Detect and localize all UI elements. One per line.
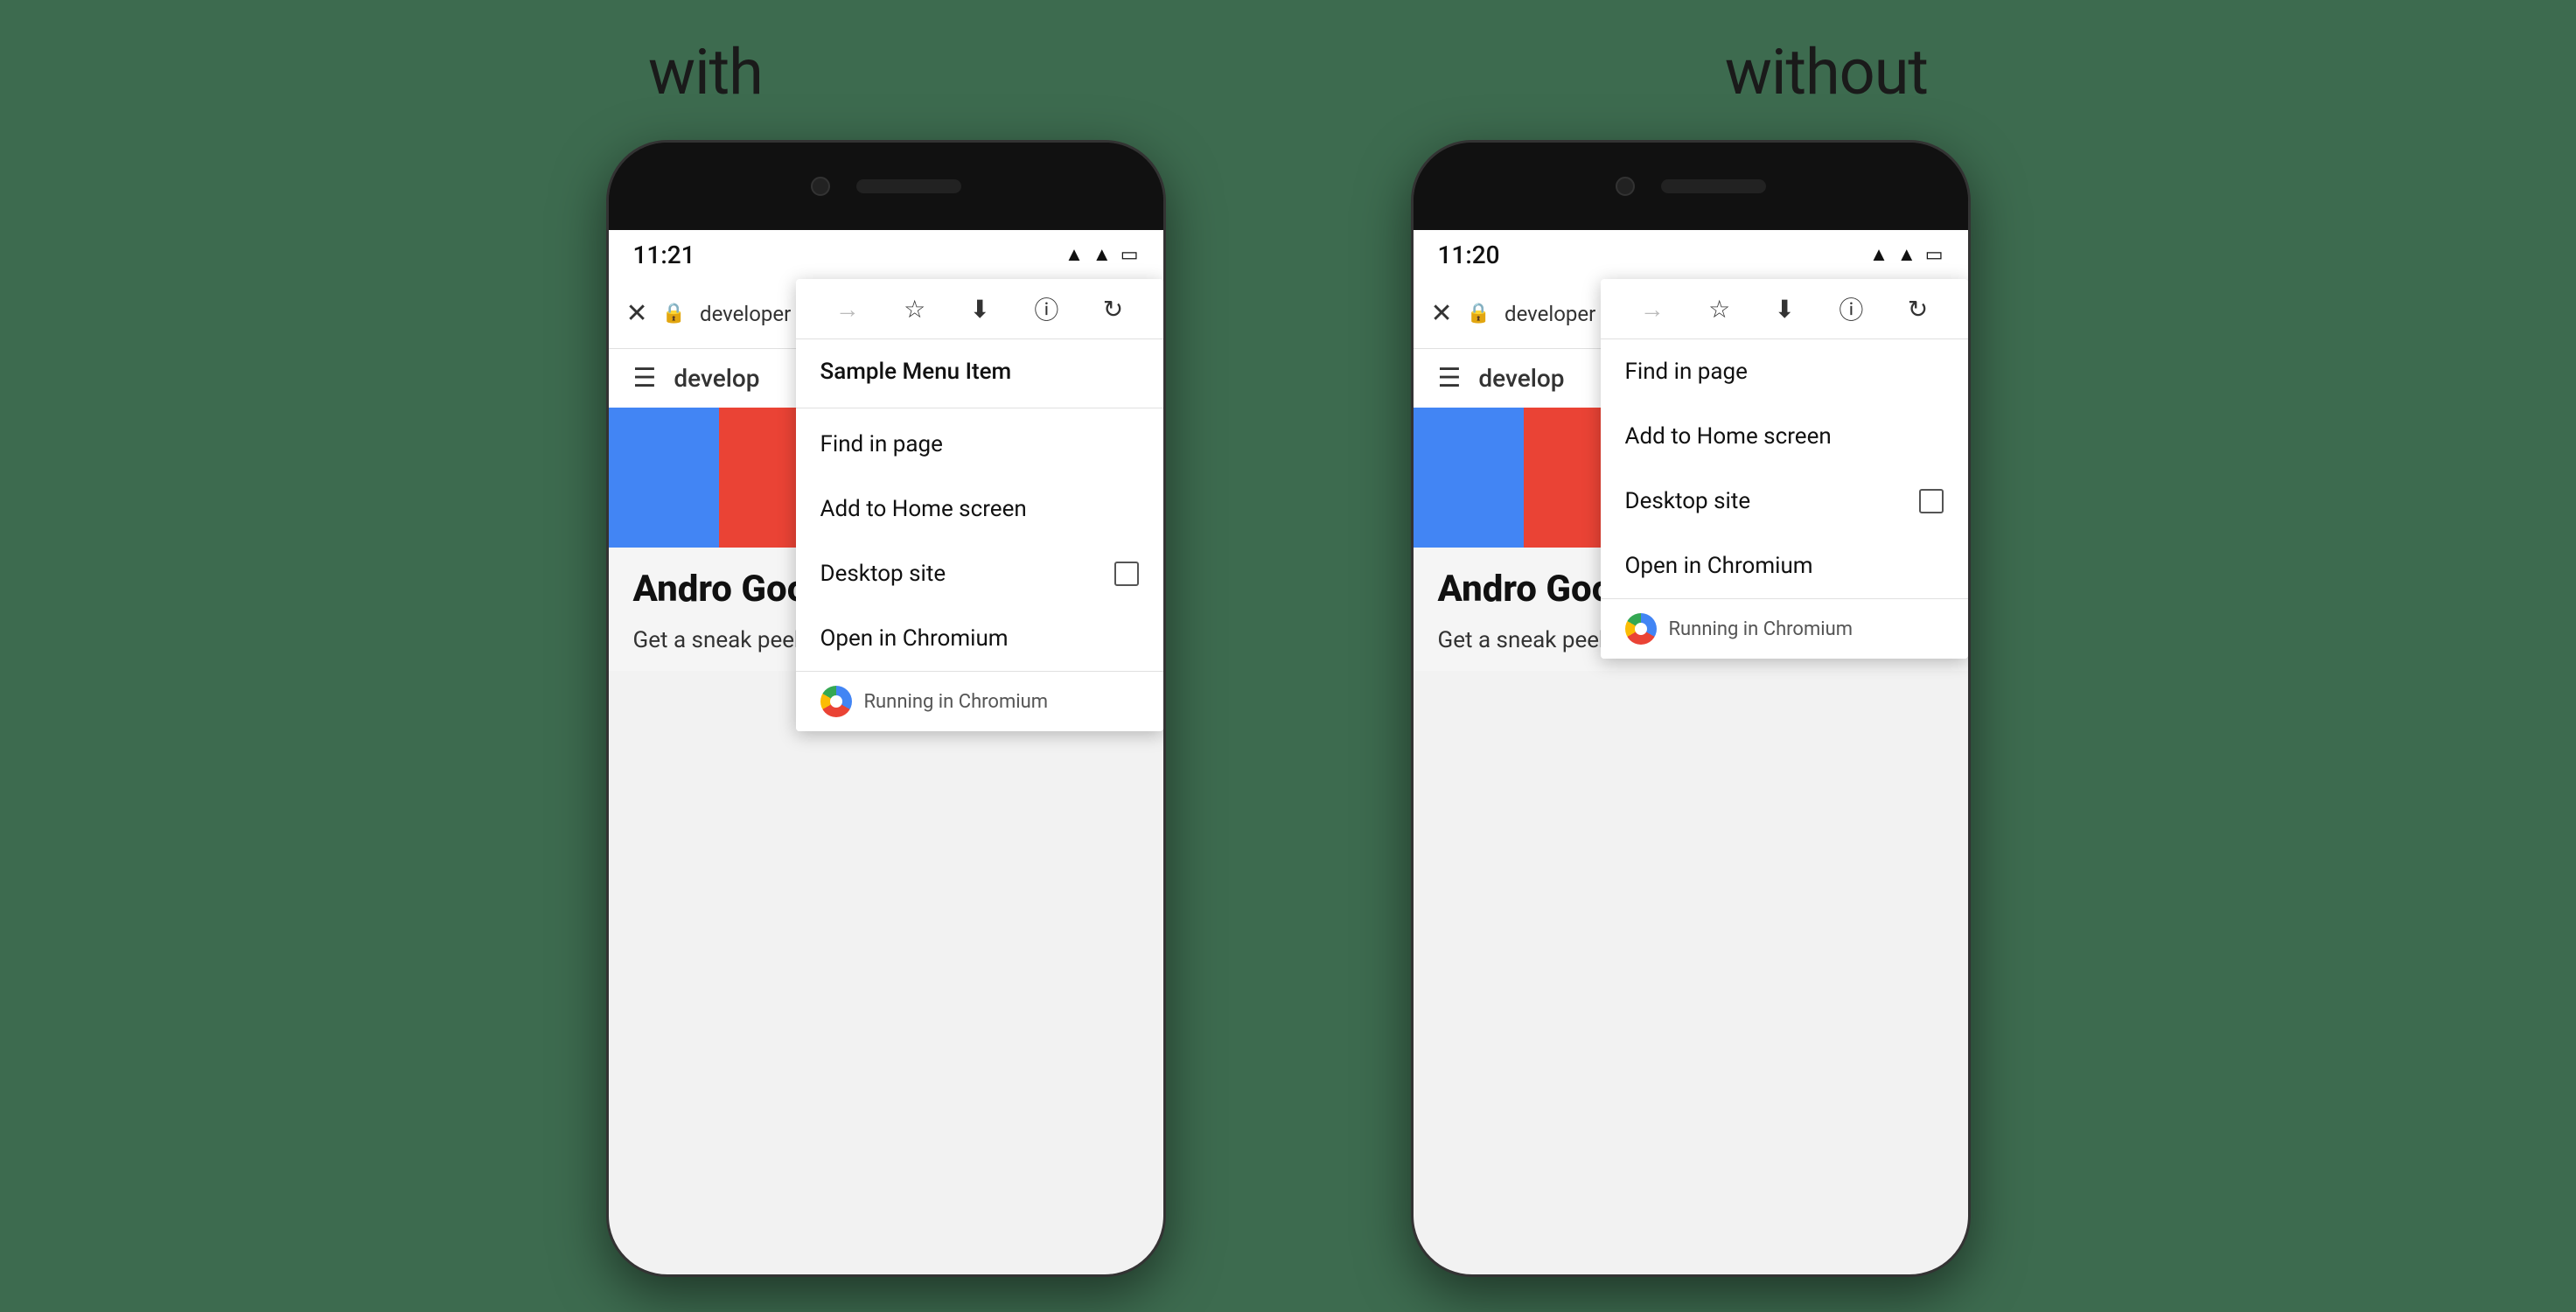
running-footer-without: Running in Chromium (1601, 598, 1968, 659)
open-chromium-label-with: Open in Chromium (820, 625, 1009, 652)
find-menu-item-without[interactable]: Find in page (1601, 339, 1968, 404)
desktop-menu-label-with: Desktop site (820, 561, 946, 587)
camera-without (1616, 177, 1635, 196)
phone-with: 11:21 ▲ ▲ ▭ ✕ 🔒 developer → ☆ ⬇ (606, 140, 1166, 1277)
speaker-without (1661, 179, 1766, 193)
phone-without: 11:20 ▲ ▲ ▭ ✕ 🔒 developer → ☆ ⬇ (1411, 140, 1971, 1277)
status-time-with: 11:21 (633, 241, 695, 269)
open-chromium-label-without: Open in Chromium (1625, 553, 1813, 579)
hamburger-with[interactable]: ☰ (633, 363, 657, 394)
camera-with (811, 177, 830, 196)
wifi-icon-without: ▲ (1869, 243, 1888, 266)
download-btn-with[interactable]: ⬇ (970, 295, 990, 324)
find-menu-item-with[interactable]: Find in page (796, 412, 1163, 477)
info-btn-without[interactable]: ⓘ (1839, 291, 1863, 326)
page-site-name-without: develop (1478, 364, 1564, 393)
close-icon-without[interactable]: ✕ (1431, 298, 1453, 329)
lock-icon-with: 🔒 (662, 303, 686, 325)
star-btn-with[interactable]: ☆ (904, 295, 925, 324)
desktop-checkbox-with[interactable] (1114, 562, 1139, 586)
phones-container: 11:21 ▲ ▲ ▭ ✕ 🔒 developer → ☆ ⬇ (606, 140, 1971, 1277)
forward-btn-without[interactable]: → (1640, 295, 1665, 324)
status-icons-with: ▲ ▲ ▭ (1065, 243, 1138, 266)
desktop-menu-label-without: Desktop site (1625, 488, 1751, 514)
chromium-icon-with (820, 686, 852, 717)
signal-icon-with: ▲ (1093, 243, 1112, 266)
home-menu-label-without: Add to Home screen (1625, 423, 1832, 450)
find-menu-label-without: Find in page (1625, 359, 1748, 385)
status-time-without: 11:20 (1438, 241, 1500, 269)
chromium-icon-without (1625, 613, 1657, 645)
find-menu-label-with: Find in page (820, 431, 943, 457)
home-menu-label-with: Add to Home screen (820, 496, 1027, 522)
with-label: with (648, 35, 763, 109)
open-chromium-item-with[interactable]: Open in Chromium (796, 606, 1163, 671)
page-site-name-with: develop (674, 364, 759, 393)
dropdown-toolbar-without: → ☆ ⬇ ⓘ ↻ (1601, 279, 1968, 339)
home-menu-item-with[interactable]: Add to Home screen (796, 477, 1163, 541)
lock-icon-without: 🔒 (1467, 303, 1490, 325)
battery-icon-without: ▭ (1925, 244, 1944, 266)
dropdown-toolbar-with: → ☆ ⬇ ⓘ ↻ (796, 279, 1163, 339)
wifi-icon-with: ▲ (1065, 243, 1084, 266)
open-chromium-item-without[interactable]: Open in Chromium (1601, 534, 1968, 598)
battery-icon-with: ▭ (1120, 244, 1139, 266)
desktop-menu-item-without[interactable]: Desktop site (1601, 469, 1968, 534)
reload-btn-without[interactable]: ↻ (1908, 295, 1928, 324)
home-menu-item-without[interactable]: Add to Home screen (1601, 404, 1968, 469)
desktop-checkbox-without[interactable] (1919, 489, 1944, 513)
signal-icon-without: ▲ (1897, 243, 1916, 266)
stripe-blue-without (1414, 408, 1525, 548)
info-btn-with[interactable]: ⓘ (1034, 291, 1058, 326)
star-btn-without[interactable]: ☆ (1708, 295, 1730, 324)
sample-menu-item[interactable]: Sample Menu Item (796, 339, 1163, 404)
speaker-with (856, 179, 961, 193)
status-icons-without: ▲ ▲ ▭ (1869, 243, 1943, 266)
desktop-menu-item-with[interactable]: Desktop site (796, 541, 1163, 606)
screen-with: 11:21 ▲ ▲ ▭ ✕ 🔒 developer → ☆ ⬇ (609, 230, 1163, 1274)
screen-without: 11:20 ▲ ▲ ▭ ✕ 🔒 developer → ☆ ⬇ (1414, 230, 1968, 1274)
status-bar-with: 11:21 ▲ ▲ ▭ (609, 230, 1163, 279)
download-btn-without[interactable]: ⬇ (1775, 295, 1795, 324)
phone-top-bar-with (609, 143, 1163, 230)
close-icon-with[interactable]: ✕ (626, 298, 648, 329)
stripe-blue-with (609, 408, 720, 548)
running-footer-with: Running in Chromium (796, 671, 1163, 731)
status-bar-without: 11:20 ▲ ▲ ▭ (1414, 230, 1968, 279)
phone-top-bar-without (1414, 143, 1968, 230)
dropdown-without: → ☆ ⬇ ⓘ ↻ Find in page Add to Home scree… (1601, 279, 1968, 659)
dropdown-with: → ☆ ⬇ ⓘ ↻ Sample Menu Item Find in page (796, 279, 1163, 731)
running-text-with: Running in Chromium (864, 691, 1049, 713)
running-text-without: Running in Chromium (1669, 618, 1853, 640)
without-label: without (1725, 35, 1928, 109)
sample-menu-label: Sample Menu Item (820, 359, 1012, 385)
forward-btn-with[interactable]: → (835, 295, 860, 324)
hamburger-without[interactable]: ☰ (1438, 363, 1462, 394)
reload-btn-with[interactable]: ↻ (1103, 295, 1123, 324)
